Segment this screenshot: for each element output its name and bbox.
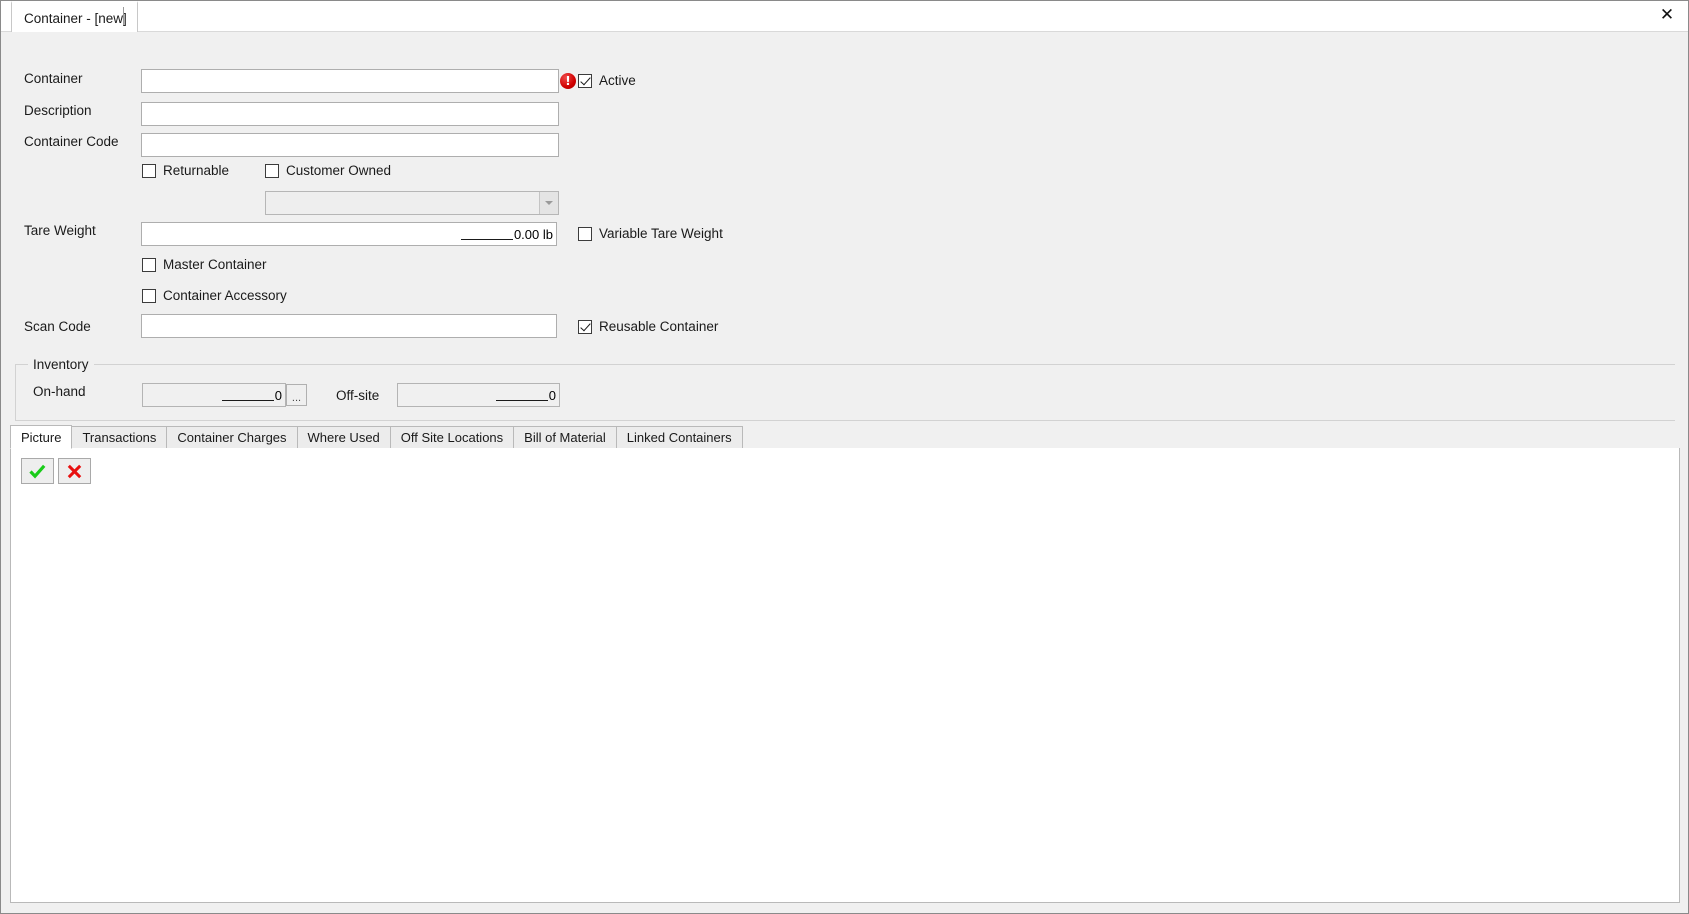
on-hand-input[interactable]: 0 [142, 383, 286, 407]
container-window: Container - [new] ✕ Container ! Active D… [0, 0, 1689, 914]
container-form: Container ! Active Description Container… [1, 32, 1688, 426]
check-icon [29, 464, 46, 479]
value-leader-line [495, 389, 548, 401]
document-tab-container-new[interactable]: Container - [new] [11, 1, 138, 33]
inventory-group-title: Inventory [28, 357, 94, 372]
container-input[interactable] [141, 69, 559, 93]
owner-dropdown-value [266, 192, 539, 214]
variable-tare-weight-checkbox[interactable]: Variable Tare Weight [578, 226, 723, 241]
picture-toolbar [21, 458, 91, 484]
on-hand-value: 0 [274, 387, 282, 403]
container-error-icon: ! [560, 73, 576, 89]
chevron-down-icon[interactable] [539, 192, 558, 214]
reusable-container-label: Reusable Container [599, 319, 719, 334]
scan-code-input[interactable] [141, 314, 557, 338]
tab-off-site-locations[interactable]: Off Site Locations [389, 426, 515, 448]
checkbox-box [142, 163, 156, 178]
container-accessory-checkbox[interactable]: Container Accessory [142, 288, 287, 303]
active-label: Active [599, 73, 636, 88]
checkbox-box [142, 257, 156, 272]
tab-label: Off Site Locations [400, 430, 504, 445]
off-site-label: Off-site [336, 388, 380, 403]
checkbox-box [142, 288, 156, 303]
picture-tab-page [10, 448, 1680, 903]
tab-where-used[interactable]: Where Used [296, 426, 391, 448]
on-hand-label: On-hand [33, 384, 86, 399]
value-leader-line [221, 389, 274, 401]
text-caret [123, 7, 124, 25]
reusable-container-checkbox[interactable]: Reusable Container [578, 319, 718, 334]
container-code-input[interactable] [141, 133, 559, 157]
description-label: Description [24, 103, 92, 118]
tare-weight-value: 0.00 lb [513, 226, 553, 242]
tab-picture[interactable]: Picture [10, 425, 73, 449]
value-leader-line [460, 228, 513, 240]
description-input[interactable] [141, 102, 559, 126]
tab-label: Linked Containers [626, 430, 732, 445]
owner-dropdown[interactable] [265, 191, 559, 215]
checkbox-box [578, 226, 592, 241]
tab-label: Picture [21, 429, 62, 445]
tab-linked-containers[interactable]: Linked Containers [615, 426, 743, 448]
returnable-label: Returnable [163, 163, 230, 178]
checkbox-box [578, 319, 592, 334]
tab-container-charges[interactable]: Container Charges [166, 426, 298, 448]
customer-owned-checkbox[interactable]: Customer Owned [265, 163, 391, 178]
tab-label: Transactions [82, 430, 157, 445]
container-label: Container [24, 71, 83, 86]
tab-bill-of-material[interactable]: Bill of Material [513, 426, 617, 448]
tab-label: Container Charges [177, 430, 287, 445]
scan-code-label: Scan Code [24, 319, 91, 334]
tab-label: Where Used [307, 430, 380, 445]
on-hand-browse-button[interactable]: ... [286, 384, 307, 406]
cross-icon [67, 464, 82, 479]
tare-weight-label: Tare Weight [24, 223, 96, 238]
accept-picture-button[interactable] [21, 458, 54, 484]
detail-tab-control: Picture Transactions Container Charges W… [10, 425, 1680, 903]
master-container-checkbox[interactable]: Master Container [142, 257, 267, 272]
cancel-picture-button[interactable] [58, 458, 91, 484]
customer-owned-label: Customer Owned [286, 163, 392, 178]
tabstrip: Picture Transactions Container Charges W… [10, 425, 1680, 449]
master-container-label: Master Container [163, 257, 267, 272]
tab-transactions[interactable]: Transactions [71, 426, 168, 448]
container-code-label: Container Code [24, 134, 119, 149]
tare-weight-input[interactable]: 0.00 lb [141, 222, 557, 246]
close-icon[interactable]: ✕ [1656, 4, 1678, 26]
off-site-value: 0 [548, 387, 556, 403]
document-tab-label: Container - [new] [24, 10, 127, 26]
checkbox-box [578, 73, 592, 88]
titlebar: Container - [new] ✕ [1, 1, 1688, 33]
off-site-input[interactable]: 0 [397, 383, 560, 407]
active-checkbox[interactable]: Active [578, 73, 636, 88]
checkbox-box [265, 163, 279, 178]
variable-tare-weight-label: Variable Tare Weight [599, 226, 723, 241]
container-accessory-label: Container Accessory [163, 288, 287, 303]
tab-label: Bill of Material [524, 430, 606, 445]
returnable-checkbox[interactable]: Returnable [142, 163, 229, 178]
